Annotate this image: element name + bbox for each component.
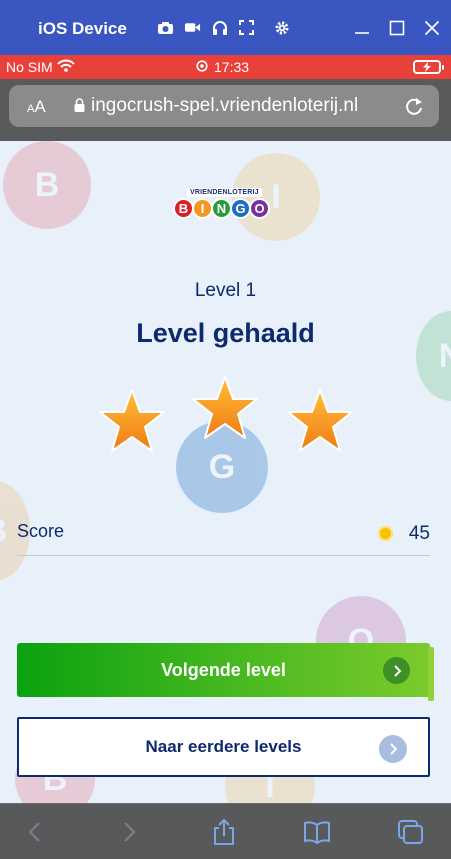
minimize-icon[interactable]	[352, 18, 371, 37]
share-icon[interactable]	[210, 818, 238, 846]
window-title: iOS Device	[38, 19, 127, 38]
text-size-button[interactable]: AA	[27, 97, 46, 117]
browser-toolbar	[0, 803, 451, 859]
score-label: Score	[17, 521, 65, 541]
close-icon[interactable]	[422, 18, 441, 37]
wifi-icon	[56, 59, 75, 75]
next-level-button[interactable]: Volgende level	[17, 643, 434, 701]
time-label: 17:33	[214, 59, 250, 75]
reload-icon[interactable]	[403, 95, 425, 117]
back-icon[interactable]	[20, 818, 48, 846]
maximize-icon[interactable]	[387, 18, 406, 37]
logo-letter: G	[230, 198, 251, 219]
game-result-page: B I N G B O B I VRIENDENLOTERIJ B I N G …	[0, 141, 451, 803]
coin-icon	[378, 526, 393, 541]
gear-icon[interactable]	[273, 20, 290, 35]
page-title: Level gehaald	[136, 318, 315, 348]
star-icon	[192, 376, 258, 439]
logo-letter: I	[192, 198, 213, 219]
url-text[interactable]: ingocrush-spel.vriendenloterij.nl	[91, 95, 403, 117]
logo-letter: N	[211, 198, 232, 219]
device-toolbar	[157, 20, 290, 35]
next-level-label: Volgende level	[161, 659, 286, 680]
score-value: 45	[408, 523, 430, 544]
tabs-icon[interactable]	[397, 818, 425, 846]
previous-levels-label: Naar eerdere levels	[145, 737, 302, 756]
fullscreen-icon[interactable]	[238, 20, 255, 35]
video-icon[interactable]	[184, 20, 201, 35]
camera-icon[interactable]	[157, 20, 174, 35]
background-ball-icon: B	[3, 141, 91, 229]
clock: 17:33	[196, 59, 249, 75]
address-bar[interactable]: AA ingocrush-spel.vriendenloterij.nl	[9, 85, 439, 127]
chevron-right-icon	[383, 657, 410, 684]
star-icon	[99, 389, 165, 452]
previous-levels-button[interactable]: Naar eerdere levels	[17, 717, 430, 777]
forward-icon[interactable]	[116, 818, 144, 846]
browser-address-area: AA ingocrush-spel.vriendenloterij.nl	[0, 79, 451, 141]
logo-letters: B I N G O	[173, 198, 270, 219]
button-shadow	[428, 647, 434, 701]
bookmarks-icon[interactable]	[303, 818, 331, 846]
carrier-info: No SIM	[6, 59, 75, 75]
headphones-icon[interactable]	[211, 20, 228, 35]
star-icon	[287, 389, 353, 452]
logo-letter: O	[249, 198, 270, 219]
battery-icon	[413, 60, 444, 74]
logo-brand-text: VRIENDENLOTERIJ	[187, 188, 262, 197]
alarm-icon	[196, 59, 208, 75]
window-title-bar: iOS Device	[0, 0, 451, 55]
vriendenloterij-bingo-logo: VRIENDENLOTERIJ B I N G O	[170, 186, 280, 232]
level-label: Level 1	[194, 280, 257, 301]
status-bar: No SIM 17:33	[0, 55, 451, 79]
window-controls	[352, 18, 441, 37]
lock-icon	[74, 98, 85, 112]
logo-letter: B	[173, 198, 194, 219]
carrier-label: No SIM	[6, 59, 53, 75]
chevron-right-icon	[379, 735, 407, 763]
divider	[17, 555, 430, 556]
